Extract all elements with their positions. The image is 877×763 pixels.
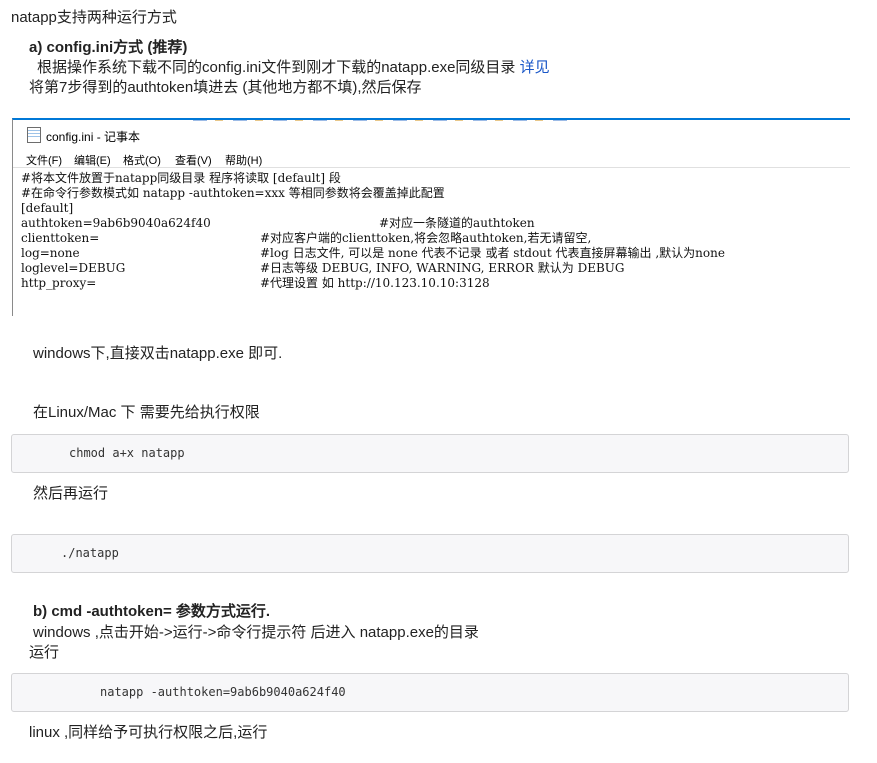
notepad-title: config.ini - 记事本	[46, 130, 141, 144]
code-block-authtoken: natapp -authtoken=9ab6b9040a624f40	[11, 673, 849, 712]
code-run: ./natapp	[61, 546, 119, 560]
notepad-text-area[interactable]: #将本文件放置于natapp同级目录 程序将读取 [default] 段 #在命…	[21, 171, 847, 311]
setting-clienttoken-comment: #对应客户端的clienttoken,将会忽略authtoken,若无请留空,	[260, 231, 592, 245]
background-window-strip	[193, 120, 573, 121]
linux-after-text: linux ,同样给予可执行权限之后,运行	[29, 724, 268, 741]
setting-http-proxy: http_proxy=	[21, 276, 97, 290]
code-block-chmod: chmod a+x natapp	[11, 434, 849, 473]
section-b-line2: 运行	[29, 644, 60, 661]
setting-authtoken-comment: #对应一条隧道的authtoken	[379, 216, 535, 230]
section-a-line1-text: 根据操作系统下载不同的config.ini文件到刚才下载的natapp.exe同…	[37, 59, 516, 76]
setting-log-comment: #log 日志文件, 可以是 none 代表不记录 或者 stdout 代表直接…	[260, 246, 725, 260]
config-line-3: [default]	[21, 201, 74, 215]
menu-edit[interactable]: 编辑(E)	[74, 152, 111, 168]
section-a-line2: 将第7步得到的authtoken填进去 (其他地方都不填),然后保存	[29, 79, 422, 96]
menu-file[interactable]: 文件(F)	[26, 152, 62, 168]
code-block-run: ./natapp	[11, 534, 849, 573]
setting-loglevel-comment: #日志等级 DEBUG, INFO, WARNING, ERROR 默认为 DE…	[260, 261, 625, 275]
notepad-menubar: 文件(F) 编辑(E) 格式(O) 查看(V) 帮助(H)	[13, 150, 850, 168]
setting-clienttoken: clienttoken=	[21, 231, 100, 245]
setting-loglevel: loglevel=DEBUG	[21, 261, 126, 275]
windows-run-text: windows下,直接双击natapp.exe 即可.	[33, 345, 283, 362]
section-b-title: b) cmd -authtoken= 参数方式运行.	[33, 603, 271, 620]
details-link[interactable]: 详见	[520, 59, 550, 76]
section-b-line1: windows ,点击开始->运行->命令行提示符 后进入 natapp.exe…	[33, 624, 479, 641]
menu-help[interactable]: 帮助(H)	[225, 152, 262, 168]
menu-view[interactable]: 查看(V)	[175, 152, 212, 168]
setting-http-proxy-comment: #代理设置 如 http://10.123.10.10:3128	[260, 276, 490, 290]
setting-authtoken: authtoken=9ab6b9040a624f40	[21, 216, 211, 230]
linux-perm-text: 在Linux/Mac 下 需要先给执行权限	[33, 404, 260, 421]
menu-format[interactable]: 格式(O)	[123, 152, 161, 168]
code-chmod: chmod a+x natapp	[69, 446, 185, 460]
notepad-titlebar: config.ini - 记事本	[13, 124, 850, 148]
notepad-screenshot: config.ini - 记事本 文件(F) 编辑(E) 格式(O) 查看(V)…	[12, 118, 850, 316]
page-heading: natapp支持两种运行方式	[11, 9, 177, 26]
notepad-menu-divider	[13, 167, 850, 168]
setting-log: log=none	[21, 246, 80, 260]
then-run-text: 然后再运行	[33, 485, 109, 502]
section-a-line1: 根据操作系统下载不同的config.ini文件到刚才下载的natapp.exe同…	[37, 59, 550, 77]
notepad-app-icon	[27, 127, 41, 143]
config-line-2: #在命令行参数模式如 natapp -authtoken=xxx 等相同参数将会…	[21, 186, 445, 200]
section-a-title: a) config.ini方式 (推荐)	[29, 39, 188, 56]
config-line-1: #将本文件放置于natapp同级目录 程序将读取 [default] 段	[21, 171, 341, 185]
code-authtoken: natapp -authtoken=9ab6b9040a624f40	[100, 685, 346, 699]
